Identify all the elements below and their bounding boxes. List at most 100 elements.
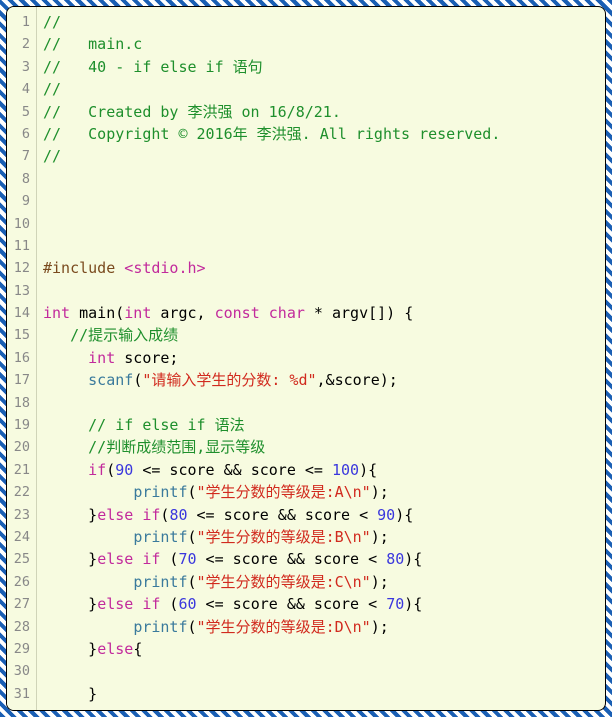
- code-line: // Copyright © 2016年 李洪强. All rights res…: [43, 123, 605, 145]
- function: printf: [133, 573, 187, 591]
- code-text: [133, 595, 142, 613]
- code-line: [43, 213, 605, 235]
- line-number: 5: [7, 101, 36, 123]
- angle-bracket: <: [124, 259, 133, 277]
- comment: //: [43, 147, 61, 165]
- code-text: argc,: [151, 304, 214, 322]
- keyword: else: [97, 550, 133, 568]
- keyword: int: [88, 349, 115, 367]
- code-text: [133, 550, 142, 568]
- code-text: (: [188, 573, 197, 591]
- number: 80: [169, 506, 187, 524]
- code-text: main(: [70, 304, 124, 322]
- code-line: scanf("请输入学生的分数: %d",&score);: [43, 369, 605, 391]
- line-number: 28: [7, 616, 36, 638]
- line-number: 16: [7, 347, 36, 369]
- comment: //判断成绩范围,显示等级: [88, 438, 265, 456]
- comment: //: [43, 13, 61, 31]
- code-line: }else if (60 <= score && score < 70){: [43, 593, 605, 615]
- line-number: 22: [7, 481, 36, 503]
- code-line: //: [43, 11, 605, 33]
- code-text: (: [106, 461, 115, 479]
- code-line: [43, 235, 605, 257]
- code-line: //: [43, 145, 605, 167]
- code-text: <= score && score <: [197, 550, 387, 568]
- comment: // if else if 语法: [88, 416, 244, 434]
- code-line: // if else if 语法: [43, 414, 605, 436]
- code-text: ,&score);: [317, 371, 398, 389]
- code-text: ){: [404, 550, 422, 568]
- code-line: [43, 168, 605, 190]
- angle-bracket: >: [197, 259, 206, 277]
- code-text: {: [133, 640, 142, 658]
- code-text: ){: [395, 506, 413, 524]
- line-number: 6: [7, 123, 36, 145]
- line-number: 27: [7, 593, 36, 615]
- indent: [43, 483, 133, 501]
- code-line: #include <stdio.h>: [43, 257, 605, 279]
- code-text: }: [43, 550, 97, 568]
- code-line: }else if(80 <= score && score < 90){: [43, 504, 605, 526]
- code-line: printf("学生分数的等级是:A\n");: [43, 481, 605, 503]
- line-number: 20: [7, 436, 36, 458]
- code-line: int score;: [43, 347, 605, 369]
- number: 80: [386, 550, 404, 568]
- code-line: int main(int argc, const char * argv[]) …: [43, 302, 605, 324]
- indent: [43, 438, 88, 456]
- code-text: * argv[]) {: [305, 304, 413, 322]
- code-text: }: [43, 640, 97, 658]
- line-number: 15: [7, 324, 36, 346]
- number: 60: [178, 595, 196, 613]
- code-text: (: [188, 483, 197, 501]
- line-number: 9: [7, 190, 36, 212]
- line-number: 3: [7, 56, 36, 78]
- preprocessor: #include: [43, 259, 124, 277]
- line-number: 4: [7, 78, 36, 100]
- code-line: //: [43, 78, 605, 100]
- code-line: [43, 660, 605, 682]
- indent: [43, 618, 133, 636]
- code-line: if(90 <= score && score <= 100){: [43, 459, 605, 481]
- line-number: 13: [7, 280, 36, 302]
- line-number: 1: [7, 11, 36, 33]
- code-text: <= score && score <: [188, 506, 378, 524]
- number: 90: [377, 506, 395, 524]
- comment: // main.c: [43, 35, 142, 53]
- code-text: (: [133, 371, 142, 389]
- keyword: const: [215, 304, 260, 322]
- line-number: 24: [7, 526, 36, 548]
- window-frame: 1 2 3 4 5 6 7 8 9 10 11 12 13 14 15 16 1…: [0, 0, 612, 717]
- string: "学生分数的等级是:C\n": [197, 573, 371, 591]
- keyword: int: [43, 304, 70, 322]
- string: "学生分数的等级是:B\n": [197, 528, 371, 546]
- keyword: if: [142, 595, 160, 613]
- line-number-gutter: 1 2 3 4 5 6 7 8 9 10 11 12 13 14 15 16 1…: [7, 7, 37, 710]
- line-number: 23: [7, 504, 36, 526]
- code-line: //提示输入成绩: [43, 324, 605, 346]
- code-text: }: [43, 685, 97, 703]
- comment: // Copyright © 2016年 李洪强. All rights res…: [43, 125, 500, 143]
- function: scanf: [88, 371, 133, 389]
- code-line: [43, 280, 605, 302]
- code-text: (: [188, 618, 197, 636]
- code-text: [133, 506, 142, 524]
- header-name: stdio.h: [133, 259, 196, 277]
- keyword: if: [88, 461, 106, 479]
- string: "学生分数的等级是:D\n": [197, 618, 371, 636]
- code-line: [43, 392, 605, 414]
- code-text: );: [371, 528, 389, 546]
- function: printf: [133, 528, 187, 546]
- comment: //: [43, 80, 61, 98]
- indent: [43, 573, 133, 591]
- code-text: (: [160, 550, 178, 568]
- code-line: // Created by 李洪强 on 16/8/21.: [43, 101, 605, 123]
- line-number: 19: [7, 414, 36, 436]
- indent: [43, 371, 88, 389]
- line-number: 17: [7, 369, 36, 391]
- code-text: <= score && score <: [197, 595, 387, 613]
- keyword: int: [124, 304, 151, 322]
- comment: //提示输入成绩: [70, 326, 178, 344]
- code-content[interactable]: // // main.c // 40 - if else if 语句 // //…: [37, 7, 605, 710]
- line-number: 25: [7, 548, 36, 570]
- code-line: }: [43, 683, 605, 705]
